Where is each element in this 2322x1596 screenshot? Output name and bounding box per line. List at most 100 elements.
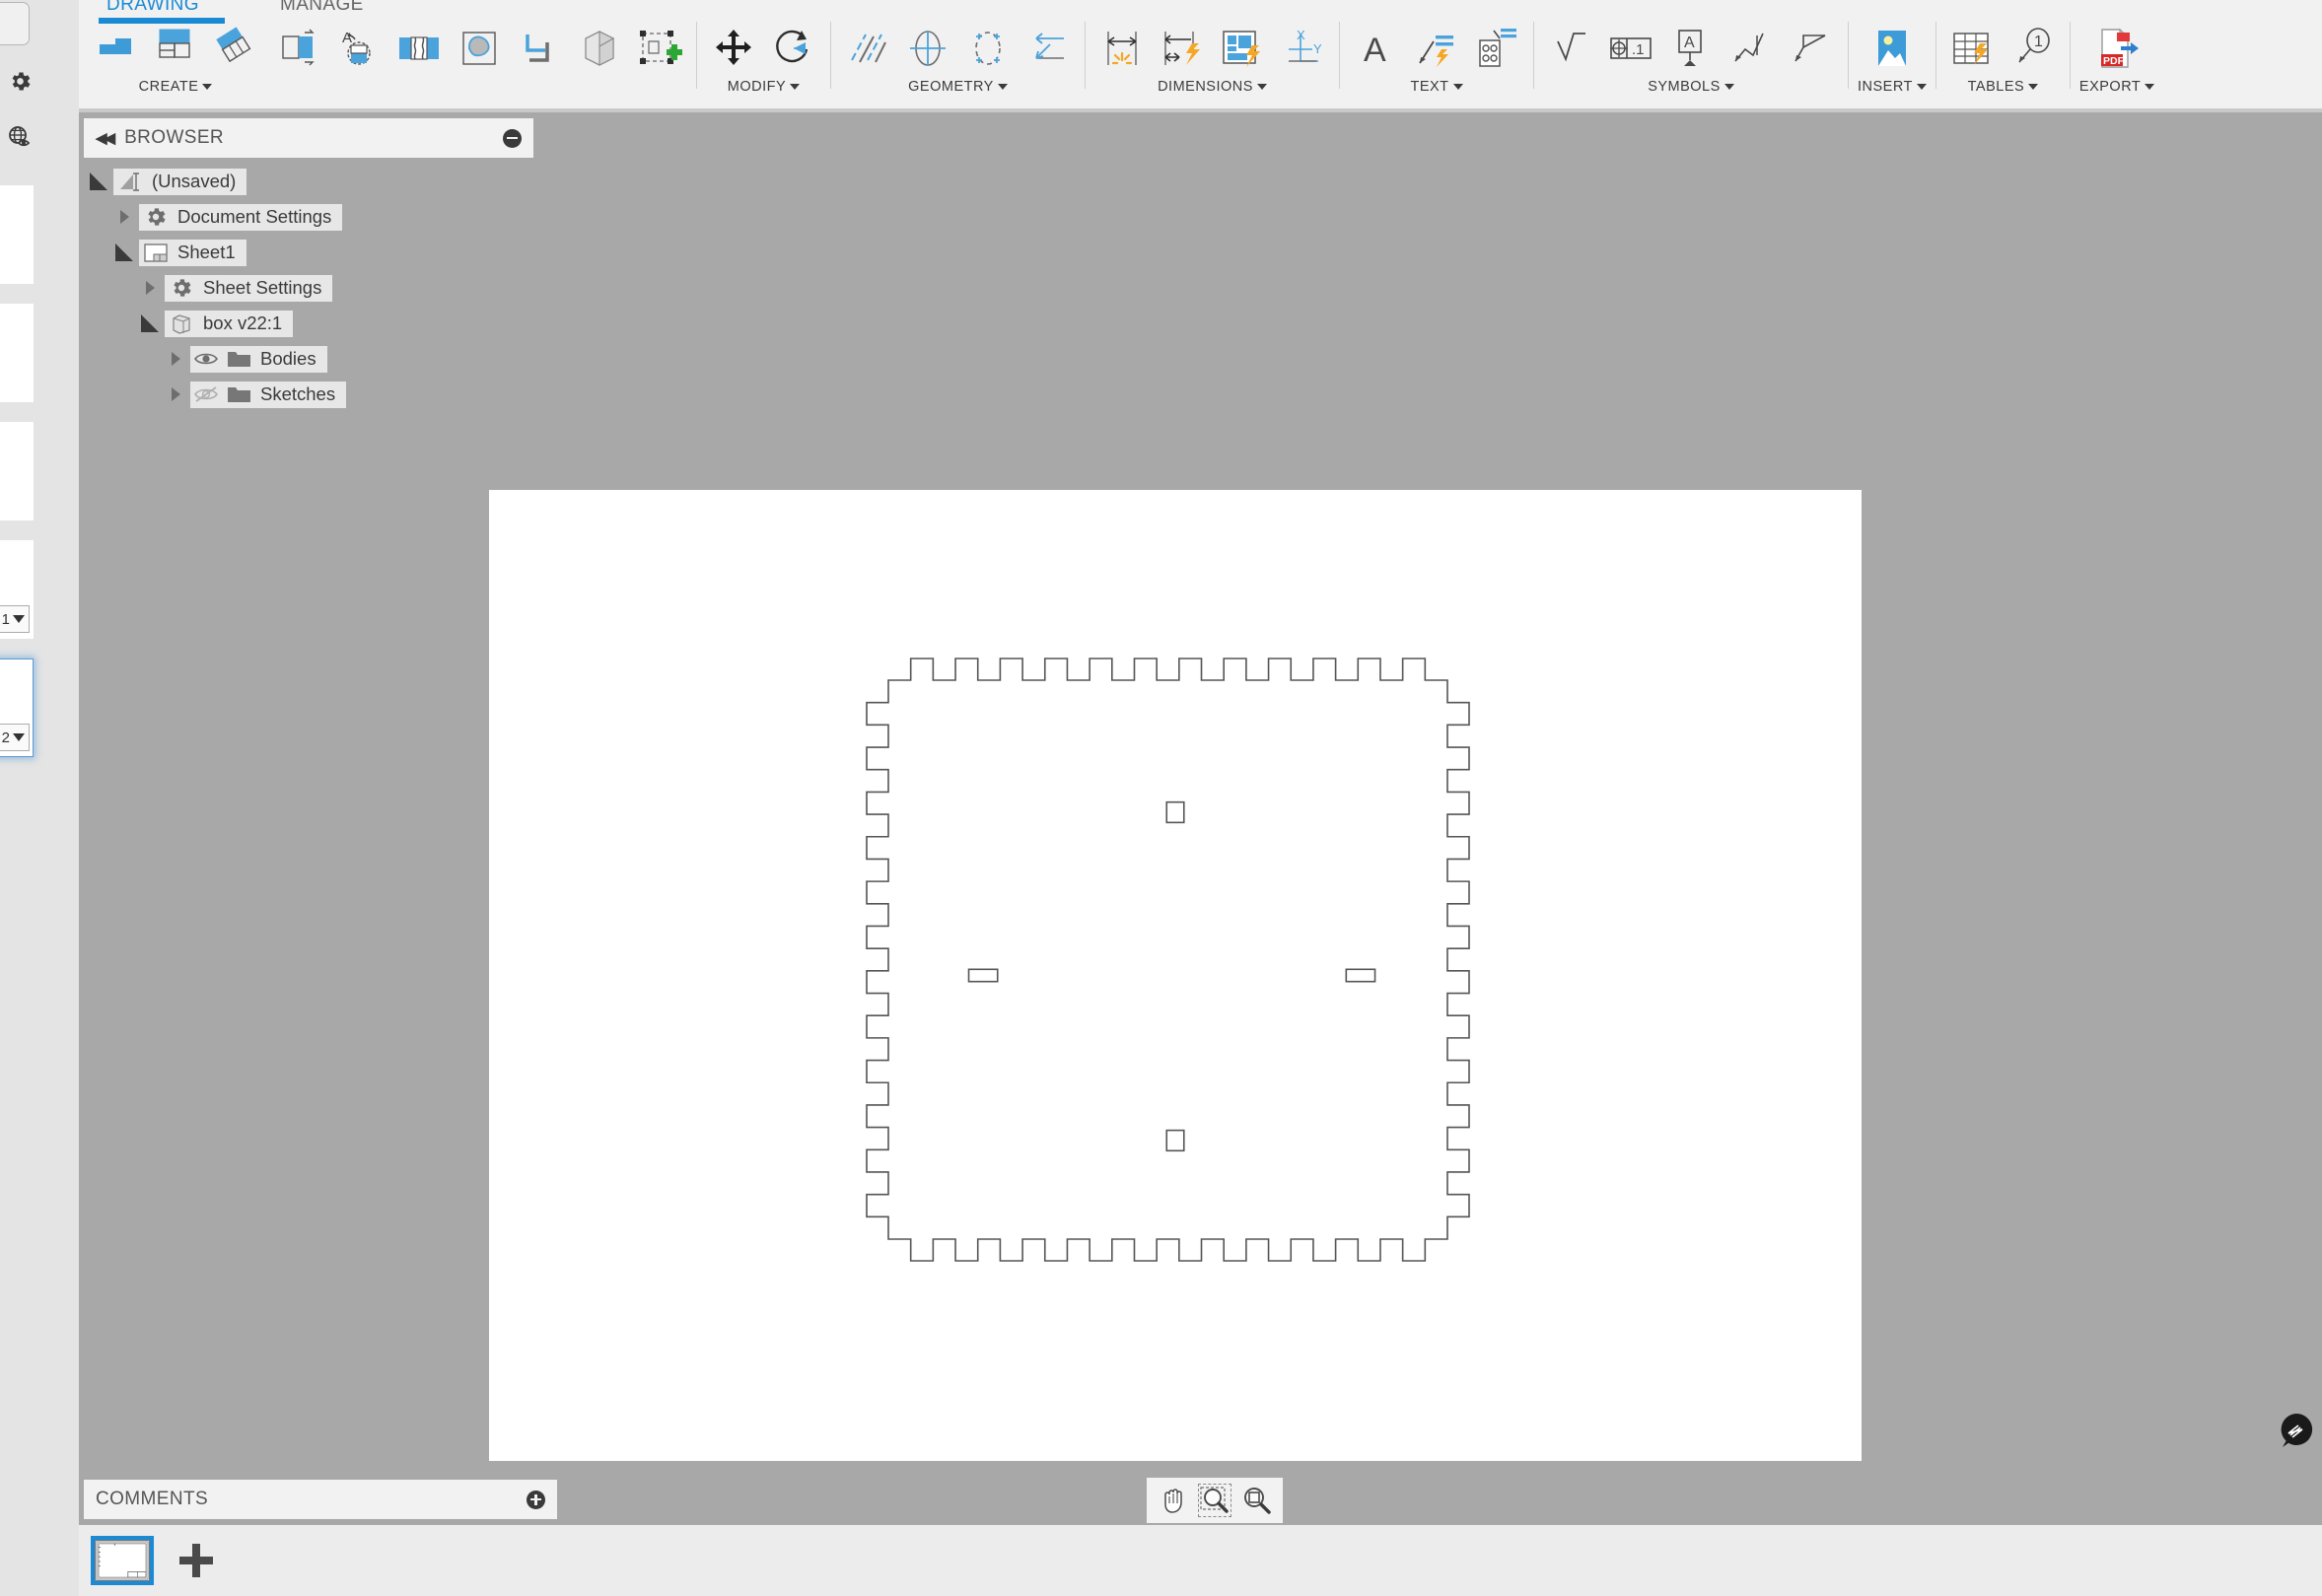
- ribbon-group-dimensions: X Y DIMENSIONS: [1086, 18, 1339, 104]
- twisty-expanded-icon[interactable]: [84, 173, 113, 190]
- twisty-expanded-icon[interactable]: [135, 314, 165, 332]
- dimensions-group-label[interactable]: DIMENSIONS: [1158, 79, 1267, 95]
- export-group-label[interactable]: EXPORT: [2079, 79, 2155, 95]
- crop-view-icon[interactable]: [512, 21, 567, 76]
- twisty-expanded-icon[interactable]: [109, 243, 139, 261]
- export-pdf-icon[interactable]: PDF: [2089, 21, 2145, 76]
- gear-icon: [139, 204, 173, 231]
- browser-node-body[interactable]: Document Settings: [139, 203, 343, 231]
- auxiliary-view-icon[interactable]: [208, 21, 263, 76]
- gear-icon[interactable]: [0, 67, 39, 95]
- leader-text-icon[interactable]: [1409, 21, 1464, 76]
- ribbon-group-export: PDF EXPORT: [2071, 18, 2163, 104]
- break-view-icon[interactable]: [391, 21, 447, 76]
- zoom-window-tool-button[interactable]: [1196, 1482, 1233, 1519]
- insert-image-icon[interactable]: [1865, 21, 1920, 76]
- note-icon[interactable]: [1469, 21, 1524, 76]
- drawing-sheet[interactable]: [489, 490, 1862, 1461]
- view-indicator-badge[interactable]: [2279, 1413, 2314, 1448]
- triangle-glyph: [171, 352, 180, 366]
- iso-view-icon[interactable]: [572, 21, 627, 76]
- twisty-collapsed-icon[interactable]: [161, 387, 190, 401]
- clipped-card-4-dropdown[interactable]: 1: [0, 605, 30, 633]
- twisty-collapsed-icon[interactable]: [161, 352, 190, 366]
- eye-hidden-icon[interactable]: [190, 382, 222, 408]
- tab-manage[interactable]: MANAGE: [280, 0, 364, 16]
- browser-node-body[interactable]: Sheet1: [139, 239, 246, 266]
- browser-node-body[interactable]: box v22:1: [165, 310, 294, 337]
- tab-drawing[interactable]: DRAWING: [106, 0, 199, 16]
- clipped-card-2[interactable]: [0, 304, 34, 402]
- comments-panel[interactable]: COMMENTS: [84, 1480, 557, 1519]
- balloon-icon[interactable]: 1: [2005, 21, 2061, 76]
- symbols-group-label[interactable]: SYMBOLS: [1648, 79, 1734, 95]
- datum-identifier-icon[interactable]: A: [1663, 21, 1719, 76]
- new-view-icon[interactable]: [632, 21, 687, 76]
- twisty-collapsed-icon[interactable]: [109, 210, 139, 224]
- clipped-card-1[interactable]: [0, 185, 34, 284]
- browser-node-document-settings[interactable]: Document Settings: [84, 199, 533, 235]
- browser-node-body[interactable]: Bodies: [190, 345, 327, 373]
- dimension-icon[interactable]: [1094, 21, 1150, 76]
- plus-circle-icon[interactable]: [527, 1490, 545, 1509]
- insert-group-label[interactable]: INSERT: [1858, 79, 1927, 95]
- section-view-icon[interactable]: [271, 21, 326, 76]
- create-tools: [88, 18, 263, 79]
- svg-text:A: A: [1684, 35, 1695, 51]
- browser-node-sheet1[interactable]: Sheet1: [84, 235, 533, 270]
- browser-header[interactable]: ◀◀ BROWSER: [84, 118, 533, 158]
- detail-view-icon[interactable]: A: [331, 21, 387, 76]
- eye-visible-icon[interactable]: [190, 346, 222, 373]
- clipped-card-3[interactable]: [0, 422, 34, 520]
- break-out-view-icon[interactable]: [452, 21, 507, 76]
- text-icon[interactable]: A: [1349, 21, 1404, 76]
- add-sheet-button[interactable]: [176, 1540, 217, 1581]
- browser-node-body[interactable]: Sketches: [190, 381, 347, 408]
- taper-slope-icon[interactable]: [1784, 21, 1839, 76]
- browser-node-unsaved[interactable]: (Unsaved): [84, 164, 533, 199]
- sheet-tab-sheet1[interactable]: [91, 1536, 154, 1585]
- clipped-card-4[interactable]: 1: [0, 540, 34, 639]
- navigation-bar: [1147, 1478, 1283, 1523]
- clipped-card-5[interactable]: 2: [0, 659, 34, 757]
- browser-node-body[interactable]: (Unsaved): [113, 168, 247, 195]
- modify-group-label[interactable]: MODIFY: [728, 79, 801, 95]
- browser-node-box-v22-1[interactable]: box v22:1: [84, 306, 533, 341]
- globe-eye-icon[interactable]: [0, 123, 39, 151]
- clipped-card-5-dropdown[interactable]: 2: [0, 724, 30, 751]
- left-slot: [967, 968, 999, 983]
- double-left-arrow-icon[interactable]: ◀◀: [96, 129, 115, 147]
- fit-tool-button[interactable]: [1237, 1482, 1275, 1519]
- feature-control-frame-icon[interactable]: .1: [1603, 21, 1658, 76]
- twisty-collapsed-icon[interactable]: [135, 281, 165, 295]
- minus-circle-icon[interactable]: [503, 128, 522, 148]
- projected-view-icon[interactable]: [148, 21, 203, 76]
- browser-node-body[interactable]: Sheet Settings: [165, 274, 333, 302]
- auto-dimension-icon[interactable]: [1155, 21, 1210, 76]
- browser-node-sketches[interactable]: Sketches: [84, 377, 533, 412]
- table-icon[interactable]: [1945, 21, 2001, 76]
- surface-texture-icon[interactable]: [1543, 21, 1598, 76]
- browser-node-bodies[interactable]: Bodies: [84, 341, 533, 377]
- browser-node-sheet-settings[interactable]: Sheet Settings: [84, 270, 533, 306]
- rotate-icon[interactable]: [766, 21, 821, 76]
- move-icon[interactable]: [706, 21, 761, 76]
- sheet-tab-bar: [0, 1525, 2322, 1596]
- ordinate-origin-icon[interactable]: X Y: [1275, 21, 1330, 76]
- ordinate-table-icon[interactable]: [1215, 21, 1270, 76]
- centerline-icon[interactable]: [840, 21, 895, 76]
- svg-text:.1: .1: [1632, 41, 1645, 58]
- browser-node-label: Sheet1: [177, 242, 236, 262]
- weld-symbol-icon[interactable]: [1724, 21, 1779, 76]
- create-group-label[interactable]: CREATE: [139, 79, 213, 95]
- center-mark-icon[interactable]: [900, 21, 955, 76]
- pan-tool-button[interactable]: [1155, 1482, 1192, 1519]
- base-view-icon[interactable]: [88, 21, 143, 76]
- tables-group-label[interactable]: TABLES: [1968, 79, 2039, 95]
- ribbon-group-insert: INSERT: [1849, 18, 1935, 104]
- edge-extension-icon[interactable]: [1020, 21, 1076, 76]
- center-mark-pattern-icon[interactable]: [960, 21, 1016, 76]
- chevron-down-icon: [1916, 84, 1927, 90]
- text-group-label[interactable]: TEXT: [1410, 79, 1463, 95]
- geometry-group-label[interactable]: GEOMETRY: [908, 79, 1008, 95]
